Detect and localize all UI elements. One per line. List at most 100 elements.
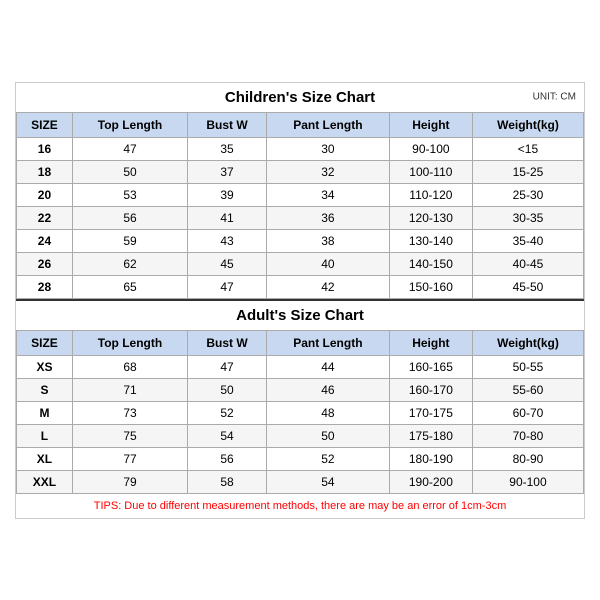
table-cell: 52 — [188, 401, 267, 424]
table-cell: 40 — [266, 252, 389, 275]
adult-col-header-pant-length: Pant Length — [266, 330, 389, 355]
table-cell: 45-50 — [472, 275, 583, 298]
table-cell: 53 — [72, 183, 187, 206]
table-cell: 39 — [188, 183, 267, 206]
table-cell: 25-30 — [472, 183, 583, 206]
col-header-bust-w: Bust W — [188, 112, 267, 137]
table-cell: 71 — [72, 378, 187, 401]
table-cell: 34 — [266, 183, 389, 206]
table-cell: 38 — [266, 229, 389, 252]
table-row: 20533934110-12025-30 — [17, 183, 584, 206]
table-cell: 180-190 — [389, 447, 472, 470]
adult-col-header-size: SIZE — [17, 330, 73, 355]
table-cell: XL — [17, 447, 73, 470]
table-cell: 36 — [266, 206, 389, 229]
table-row: 18503732100-11015-25 — [17, 160, 584, 183]
table-cell: 32 — [266, 160, 389, 183]
children-title-text: Children's Size Chart — [225, 89, 375, 106]
adults-header-row: SIZE Top Length Bust W Pant Length Heigh… — [17, 330, 584, 355]
table-cell: 52 — [266, 447, 389, 470]
table-cell: 50 — [266, 424, 389, 447]
adult-col-header-height: Height — [389, 330, 472, 355]
table-row: S715046160-17055-60 — [17, 378, 584, 401]
col-header-top-length: Top Length — [72, 112, 187, 137]
table-cell: 170-175 — [389, 401, 472, 424]
table-cell: 62 — [72, 252, 187, 275]
table-cell: 77 — [72, 447, 187, 470]
table-cell: 50-55 — [472, 355, 583, 378]
table-cell: M — [17, 401, 73, 424]
table-cell: 16 — [17, 137, 73, 160]
tips-content: TIPS: Due to different measurement metho… — [94, 500, 506, 512]
table-cell: 56 — [72, 206, 187, 229]
table-row: M735248170-17560-70 — [17, 401, 584, 424]
table-cell: S — [17, 378, 73, 401]
table-cell: XS — [17, 355, 73, 378]
table-cell: 140-150 — [389, 252, 472, 275]
table-cell: 47 — [188, 275, 267, 298]
table-cell: 24 — [17, 229, 73, 252]
table-cell: 175-180 — [389, 424, 472, 447]
table-row: 26624540140-15040-45 — [17, 252, 584, 275]
unit-label: UNIT: CM — [533, 92, 576, 103]
adults-title-text: Adult's Size Chart — [236, 307, 364, 324]
table-cell: 120-130 — [389, 206, 472, 229]
table-cell: 65 — [72, 275, 187, 298]
table-cell: 47 — [72, 137, 187, 160]
table-cell: 100-110 — [389, 160, 472, 183]
table-cell: 28 — [17, 275, 73, 298]
table-row: L755450175-18070-80 — [17, 424, 584, 447]
children-size-table: SIZE Top Length Bust W Pant Length Heigh… — [16, 112, 584, 299]
table-row: 1647353090-100<15 — [17, 137, 584, 160]
size-chart-container: Children's Size Chart UNIT: CM SIZE Top … — [15, 82, 585, 519]
children-header-row: SIZE Top Length Bust W Pant Length Heigh… — [17, 112, 584, 137]
table-row: 28654742150-16045-50 — [17, 275, 584, 298]
tips-text: TIPS: Due to different measurement metho… — [16, 494, 584, 518]
table-cell: 60-70 — [472, 401, 583, 424]
table-cell: 75 — [72, 424, 187, 447]
table-cell: 41 — [188, 206, 267, 229]
table-cell: 45 — [188, 252, 267, 275]
table-row: 22564136120-13030-35 — [17, 206, 584, 229]
table-row: 24594338130-14035-40 — [17, 229, 584, 252]
table-cell: 90-100 — [472, 470, 583, 493]
table-cell: 42 — [266, 275, 389, 298]
table-cell: 46 — [266, 378, 389, 401]
table-cell: 190-200 — [389, 470, 472, 493]
adults-section-title: Adult's Size Chart — [16, 299, 584, 330]
table-row: XL775652180-19080-90 — [17, 447, 584, 470]
table-cell: 150-160 — [389, 275, 472, 298]
table-cell: XXL — [17, 470, 73, 493]
table-cell: 130-140 — [389, 229, 472, 252]
table-cell: 15-25 — [472, 160, 583, 183]
col-header-size: SIZE — [17, 112, 73, 137]
table-cell: 160-165 — [389, 355, 472, 378]
table-cell: 68 — [72, 355, 187, 378]
table-cell: 59 — [72, 229, 187, 252]
table-cell: 44 — [266, 355, 389, 378]
adults-size-table: SIZE Top Length Bust W Pant Length Heigh… — [16, 330, 584, 494]
table-cell: 37 — [188, 160, 267, 183]
table-cell: 54 — [188, 424, 267, 447]
adults-table-body: XS684744160-16550-55S715046160-17055-60M… — [17, 355, 584, 493]
table-cell: 30 — [266, 137, 389, 160]
table-cell: 30-35 — [472, 206, 583, 229]
table-cell: 20 — [17, 183, 73, 206]
table-cell: 35 — [188, 137, 267, 160]
table-cell: 50 — [72, 160, 187, 183]
table-cell: 56 — [188, 447, 267, 470]
table-cell: 47 — [188, 355, 267, 378]
table-cell: 26 — [17, 252, 73, 275]
children-table-body: 1647353090-100<1518503732100-11015-25205… — [17, 137, 584, 298]
table-cell: 43 — [188, 229, 267, 252]
table-cell: 79 — [72, 470, 187, 493]
table-cell: 48 — [266, 401, 389, 424]
table-cell: 40-45 — [472, 252, 583, 275]
table-cell: <15 — [472, 137, 583, 160]
table-cell: 58 — [188, 470, 267, 493]
table-row: XXL795854190-20090-100 — [17, 470, 584, 493]
col-header-height: Height — [389, 112, 472, 137]
table-cell: 55-60 — [472, 378, 583, 401]
adult-col-header-top-length: Top Length — [72, 330, 187, 355]
table-cell: 50 — [188, 378, 267, 401]
